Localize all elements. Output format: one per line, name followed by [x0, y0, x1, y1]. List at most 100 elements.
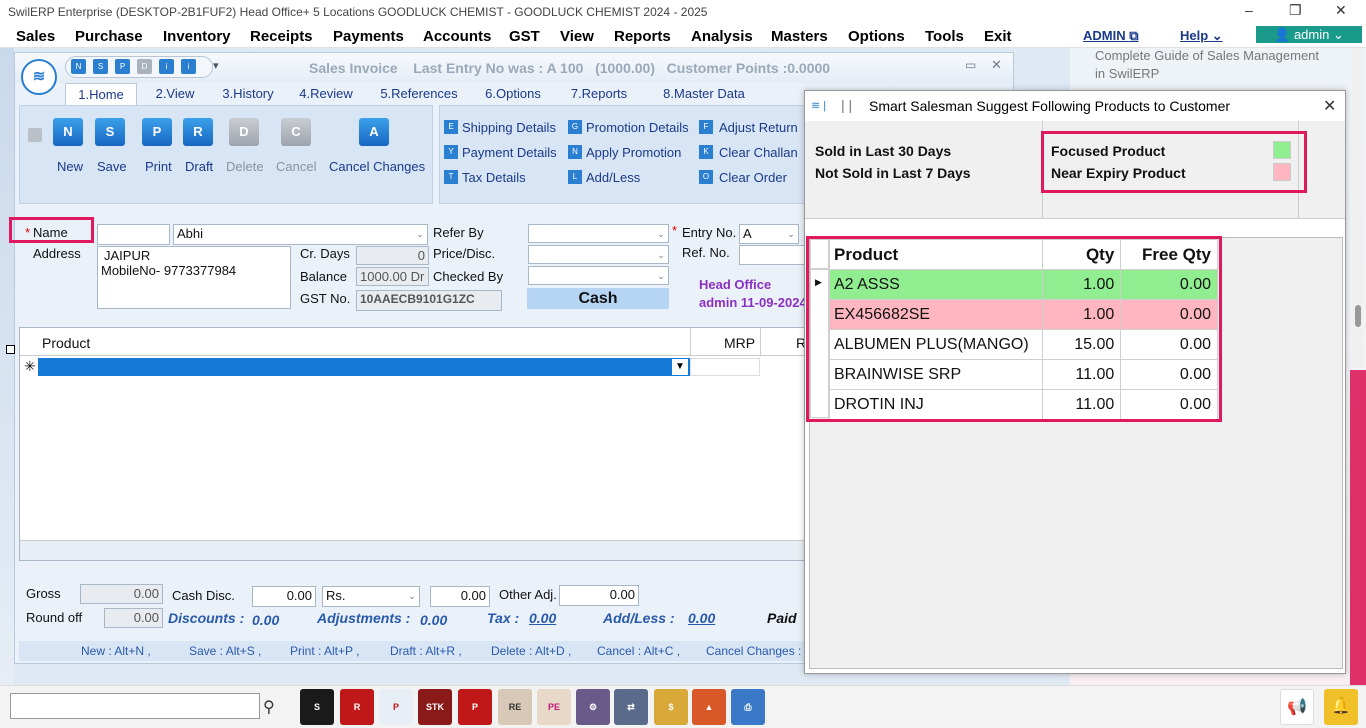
tab-options[interactable]: 6.Options [475, 83, 551, 105]
tab-master-data[interactable]: 8.Master Data [649, 83, 759, 105]
adjust-return-link[interactable]: F Adjust Return [699, 118, 809, 136]
delete-button[interactable]: D [227, 118, 261, 146]
search-icon[interactable]: ⚲ [263, 697, 275, 717]
stock-icon[interactable]: STK [418, 689, 452, 725]
clear-order-link[interactable]: O Clear Order [699, 168, 809, 186]
quick-menu-icon[interactable]: ▾ [213, 59, 219, 72]
refer-by-select[interactable]: ⌄ [528, 224, 669, 243]
money-icon[interactable]: $ [654, 689, 688, 725]
tab-reports[interactable]: 7.Reports [559, 83, 639, 105]
apply-promotion-link[interactable]: N Apply Promotion [568, 143, 698, 161]
print-button[interactable]: P [140, 118, 174, 146]
pe-icon[interactable]: PE [537, 689, 571, 725]
user-badge[interactable]: 👤 admin ⌄ [1256, 26, 1362, 43]
menu-masters[interactable]: Masters [771, 28, 828, 45]
price-disc-dropdown-icon[interactable]: ⌄ [654, 246, 668, 264]
menu-accounts[interactable]: Accounts [423, 28, 491, 45]
add-less-total-label: Add/Less : [603, 610, 675, 626]
ref-no-input[interactable] [739, 245, 805, 265]
transfer-icon[interactable]: ⇄ [614, 689, 648, 725]
printer-icon[interactable]: ⎙ [731, 689, 765, 725]
new-button[interactable]: N [51, 118, 85, 146]
menu-analysis[interactable]: Analysis [691, 28, 753, 45]
menu-view[interactable]: View [560, 28, 594, 45]
unit-dropdown-icon[interactable]: ⌄ [405, 587, 419, 605]
save-button[interactable]: S [93, 118, 127, 146]
maximize-icon[interactable]: ❐ [1289, 2, 1302, 19]
tab-view[interactable]: 2.View [145, 83, 205, 105]
sales-app-icon[interactable]: S [300, 689, 334, 725]
menu-inventory[interactable]: Inventory [163, 28, 231, 45]
draft-button[interactable]: R [181, 118, 215, 146]
menu-payments[interactable]: Payments [333, 28, 404, 45]
tab-history[interactable]: 3.History [213, 83, 283, 105]
payment-details-link[interactable]: Y Payment Details [444, 143, 564, 161]
unit-select[interactable]: Rs. ⌄ [322, 586, 420, 607]
name-dropdown-icon[interactable]: ⌄ [413, 225, 427, 243]
tab-home[interactable]: 1.Home [65, 83, 137, 105]
print-doc-icon[interactable]: P [458, 689, 492, 725]
admin-link[interactable]: ADMIN ⧉ [1083, 28, 1139, 44]
quick-new-icon[interactable]: N [71, 59, 86, 74]
popup-close-icon[interactable]: ✕ [1323, 96, 1336, 116]
cancel-button[interactable]: C [279, 118, 313, 146]
close-window-icon[interactable]: ✕ [1335, 2, 1347, 19]
shapes-icon[interactable]: ▲ [692, 689, 726, 725]
clear-challan-link[interactable]: K Clear Challan [699, 143, 809, 161]
tax-value[interactable]: 0.00 [529, 610, 556, 626]
tax-details-link[interactable]: T Tax Details [444, 168, 564, 186]
product-dropdown-icon[interactable]: ▼ [672, 359, 688, 375]
sales-return-icon[interactable]: R [340, 689, 374, 725]
minimize-icon[interactable]: – [1245, 2, 1253, 18]
help-menu[interactable]: Help ⌄ [1180, 28, 1223, 44]
refer-by-dropdown-icon[interactable]: ⌄ [654, 225, 668, 243]
megaphone-icon[interactable]: 📢 [1280, 689, 1314, 725]
menu-reports[interactable]: Reports [614, 28, 671, 45]
name-code-input[interactable] [97, 224, 170, 245]
quick-info2-icon[interactable]: i [181, 59, 196, 74]
cancel-changes-button[interactable]: A [357, 118, 391, 146]
invoice-minimize-icon[interactable]: ▭ [965, 58, 976, 72]
grid-mrp-header[interactable]: MRP [724, 335, 755, 351]
entry-no-select[interactable]: A ⌄ [739, 224, 799, 244]
checked-by-select[interactable]: ⌄ [528, 266, 669, 285]
purchase-icon[interactable]: P [379, 689, 413, 725]
grid-mrp-cell[interactable] [690, 358, 760, 376]
cr-days-value[interactable]: 0 [356, 246, 429, 265]
name-input[interactable]: Abhi ⌄ [173, 224, 428, 245]
grid-product-cell[interactable]: ▼ [38, 358, 690, 376]
menu-sales[interactable]: Sales [16, 28, 55, 45]
menu-tools[interactable]: Tools [925, 28, 964, 45]
tools-icon[interactable]: ⚙ [576, 689, 610, 725]
menu-exit[interactable]: Exit [984, 28, 1012, 45]
row-handle-icon[interactable] [6, 345, 15, 354]
promotion-details-link[interactable]: G Promotion Details [568, 118, 698, 136]
tab-review[interactable]: 4.Review [291, 83, 361, 105]
price-disc-select[interactable]: ⌄ [528, 245, 669, 264]
quick-info-icon[interactable]: i [159, 59, 174, 74]
add-less-link[interactable]: L Add/Less [568, 168, 698, 186]
menu-options[interactable]: Options [848, 28, 905, 45]
menu-purchase[interactable]: Purchase [75, 28, 143, 45]
quick-print-icon[interactable]: P [115, 59, 130, 74]
invoice-close-icon[interactable]: ✕ [991, 57, 1002, 73]
unit-value-input[interactable]: 0.00 [430, 586, 490, 607]
entry-no-label: Entry No. [682, 225, 737, 240]
add-less-total-value[interactable]: 0.00 [688, 610, 715, 626]
scrollbar-thumb[interactable] [1355, 305, 1361, 327]
taskbar-search-input[interactable] [10, 693, 260, 719]
menu-receipts[interactable]: Receipts [250, 28, 313, 45]
grid-product-header[interactable]: Product [42, 335, 90, 351]
quick-delete-icon[interactable]: D [137, 59, 152, 74]
cash-button[interactable]: Cash [527, 288, 669, 309]
cash-disc-input[interactable]: 0.00 [252, 586, 316, 607]
menu-gst[interactable]: GST [509, 28, 540, 45]
other-adj-input[interactable]: 0.00 [559, 585, 639, 606]
address-input[interactable]: JAIPUR MobileNo- 9773377984 [97, 246, 291, 309]
bell-icon[interactable]: 🔔 [1324, 689, 1358, 725]
entry-no-dropdown-icon[interactable]: ⌄ [784, 225, 798, 243]
quick-save-icon[interactable]: S [93, 59, 108, 74]
report-icon[interactable]: RE [498, 689, 532, 725]
checked-by-dropdown-icon[interactable]: ⌄ [654, 267, 668, 285]
tab-references[interactable]: 5.References [371, 83, 467, 105]
